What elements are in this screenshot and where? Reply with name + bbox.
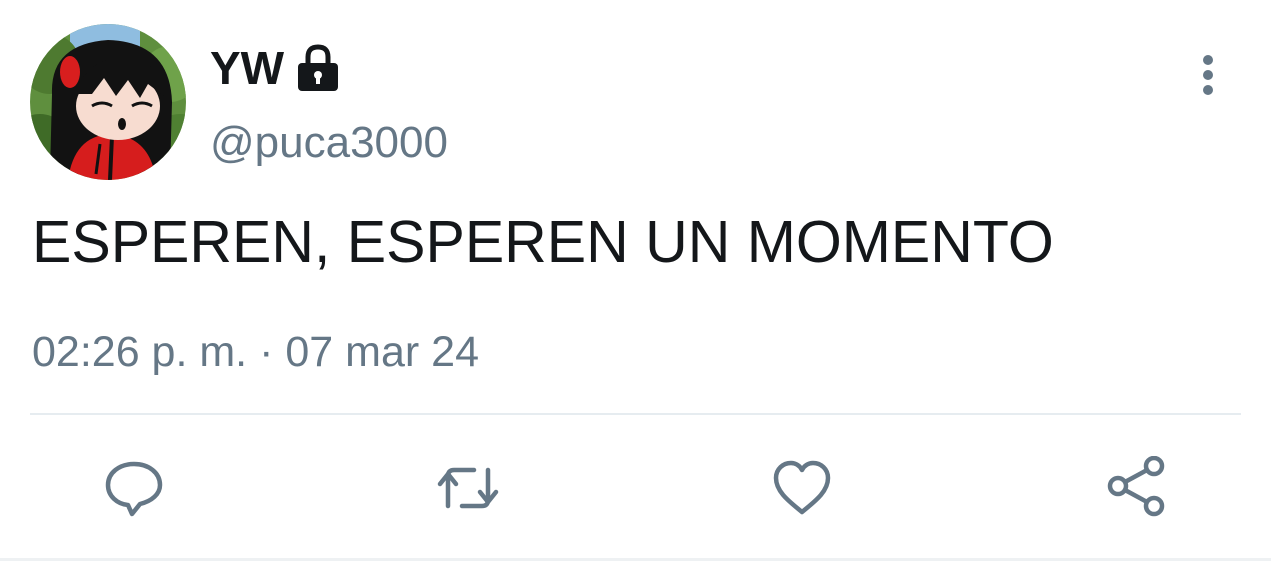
avatar-image xyxy=(30,24,186,180)
retweet-button[interactable] xyxy=(436,456,500,520)
bottom-border xyxy=(0,558,1271,561)
tweet-time: 02:26 p. m. xyxy=(32,328,248,376)
display-name-row[interactable]: YW xyxy=(210,40,342,96)
reply-button[interactable] xyxy=(102,456,166,520)
share-button[interactable] xyxy=(1104,455,1168,520)
timestamp-separator: · xyxy=(259,328,274,376)
user-handle[interactable]: @puca3000 xyxy=(210,118,448,168)
more-options-button[interactable] xyxy=(1186,50,1230,100)
divider xyxy=(30,413,1241,415)
display-name[interactable]: YW xyxy=(210,41,284,95)
reply-icon xyxy=(105,461,163,517)
tweet-timestamp[interactable]: 02:26 p. m. · 07 mar 24 xyxy=(32,328,479,377)
tweet-card: YW @puca3000 ESPEREN, ESPEREN UN MOMENTO… xyxy=(0,0,1271,579)
like-button[interactable] xyxy=(770,456,834,520)
retweet-icon xyxy=(437,467,499,509)
avatar[interactable] xyxy=(30,24,186,180)
heart-icon xyxy=(773,460,831,515)
share-icon xyxy=(1107,455,1165,517)
tweet-text: ESPEREN, ESPEREN UN MOMENTO xyxy=(32,209,1054,275)
more-vertical-icon xyxy=(1203,55,1213,95)
tweet-date: 07 mar 24 xyxy=(285,328,479,376)
lock-icon xyxy=(294,43,342,93)
